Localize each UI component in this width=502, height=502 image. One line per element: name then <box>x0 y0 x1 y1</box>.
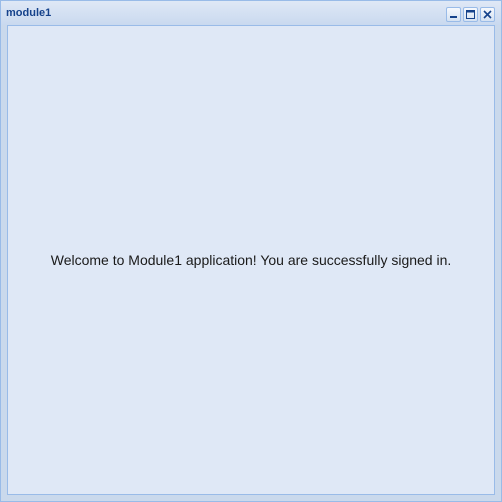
maximize-button[interactable] <box>463 7 478 22</box>
minimize-icon <box>449 10 458 19</box>
module-window: module1 Welcome to Module1 application! … <box>0 0 502 502</box>
close-button[interactable] <box>480 7 495 22</box>
close-icon <box>483 10 492 19</box>
window-tools <box>446 7 495 22</box>
welcome-message: Welcome to Module1 application! You are … <box>50 252 452 268</box>
minimize-button[interactable] <box>446 7 461 22</box>
window-titlebar[interactable]: module1 <box>1 1 501 25</box>
window-body: Welcome to Module1 application! You are … <box>7 25 495 495</box>
window-title: module1 <box>6 7 52 19</box>
maximize-icon <box>466 10 475 19</box>
